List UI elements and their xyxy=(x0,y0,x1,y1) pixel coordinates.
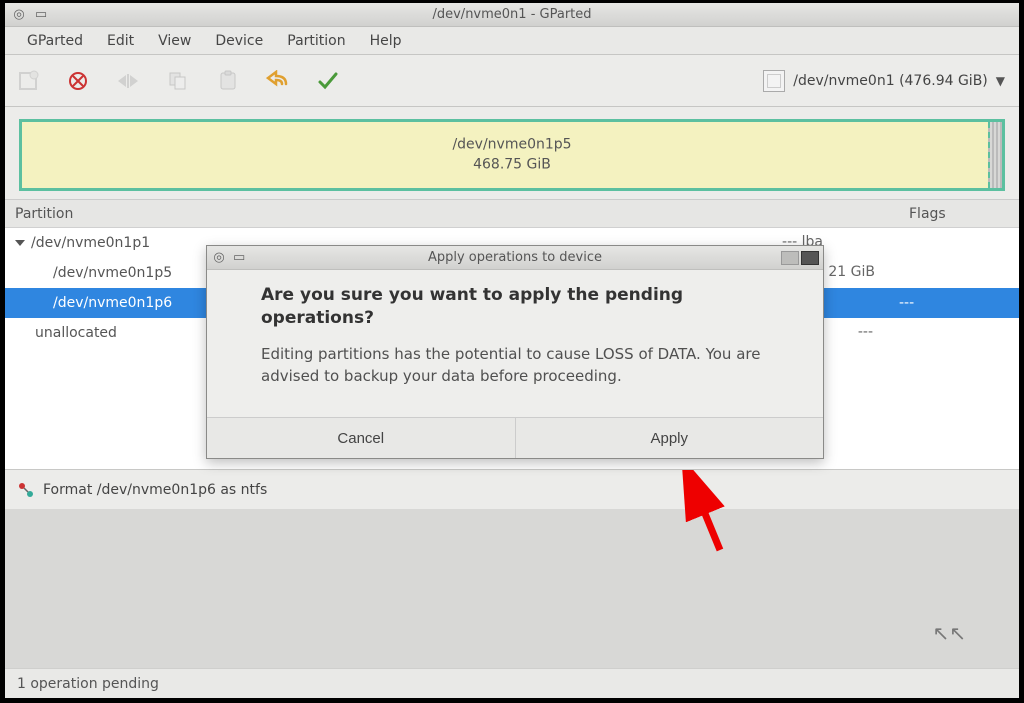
device-selector-label: /dev/nvme0n1 (476.94 GiB) xyxy=(793,73,987,89)
partition-graph[interactable]: /dev/nvme0n1p5 468.75 GiB xyxy=(19,119,1005,191)
window-title: /dev/nvme0n1 - GParted xyxy=(5,7,1019,22)
menu-device[interactable]: Device xyxy=(203,29,275,53)
device-selector[interactable]: /dev/nvme0n1 (476.94 GiB) ▼ xyxy=(757,68,1011,94)
menu-bar: GParted Edit View Device Partition Help xyxy=(5,27,1019,55)
dialog-message: Editing partitions has the potential to … xyxy=(261,344,783,388)
copy-icon xyxy=(163,66,193,96)
partition-name: /dev/nvme0n1p6 xyxy=(53,295,172,311)
partition-flags: --- xyxy=(899,295,1019,311)
partition-flags: 21 GiB xyxy=(828,264,875,280)
apply-button[interactable]: Apply xyxy=(516,418,824,458)
paste-icon xyxy=(213,66,243,96)
status-bar: 1 operation pending xyxy=(5,668,1019,698)
new-partition-icon xyxy=(13,66,43,96)
resize-icon xyxy=(113,66,143,96)
toolbar: /dev/nvme0n1 (476.94 GiB) ▼ xyxy=(5,55,1019,107)
window-icon: ▭ xyxy=(231,250,247,266)
disk-icon xyxy=(763,70,785,92)
partition-flags: --- xyxy=(858,324,873,340)
partition-name: unallocated xyxy=(35,325,117,341)
partition-name: /dev/nvme0n1p5 xyxy=(53,265,172,281)
pending-operations: Format /dev/nvme0n1p6 as ntfs xyxy=(5,469,1019,509)
partgraph-size: 468.75 GiB xyxy=(452,155,571,175)
dialog-titlebar[interactable]: ◎ ▭ Apply operations to device xyxy=(207,246,823,270)
menu-edit[interactable]: Edit xyxy=(95,29,146,53)
partition-name: /dev/nvme0n1p1 xyxy=(31,235,150,251)
col-partition[interactable]: Partition xyxy=(5,206,210,222)
app-menu-icon[interactable]: ◎ xyxy=(11,7,27,23)
undo-icon[interactable] xyxy=(263,66,293,96)
minimize-icon[interactable] xyxy=(781,251,799,265)
delete-icon[interactable] xyxy=(63,66,93,96)
dialog-title: Apply operations to device xyxy=(207,250,823,265)
app-menu-icon[interactable]: ◎ xyxy=(211,250,227,266)
menu-help[interactable]: Help xyxy=(358,29,414,53)
maximize-icon[interactable] xyxy=(801,251,819,265)
menu-view[interactable]: View xyxy=(146,29,203,53)
apply-icon[interactable] xyxy=(313,66,343,96)
col-flags[interactable]: Flags xyxy=(899,206,1019,222)
pending-op-label: Format /dev/nvme0n1p6 as ntfs xyxy=(43,482,267,498)
window-titlebar: ◎ ▭ /dev/nvme0n1 - GParted xyxy=(5,3,1019,27)
partition-graph-area: /dev/nvme0n1p5 468.75 GiB xyxy=(5,107,1019,199)
menu-partition[interactable]: Partition xyxy=(275,29,357,53)
partition-handle[interactable] xyxy=(988,122,1002,188)
window-icon: ▭ xyxy=(33,7,49,23)
cancel-button[interactable]: Cancel xyxy=(207,418,516,458)
menu-gparted[interactable]: GParted xyxy=(15,29,95,53)
chevron-down-icon: ▼ xyxy=(996,74,1005,88)
status-text: 1 operation pending xyxy=(17,676,159,692)
format-icon xyxy=(17,481,35,499)
disclosure-icon[interactable] xyxy=(15,240,25,246)
partgraph-name: /dev/nvme0n1p5 xyxy=(452,135,571,155)
apply-dialog: ◎ ▭ Apply operations to device Are you s… xyxy=(206,245,824,459)
dialog-heading: Are you sure you want to apply the pendi… xyxy=(261,284,783,330)
